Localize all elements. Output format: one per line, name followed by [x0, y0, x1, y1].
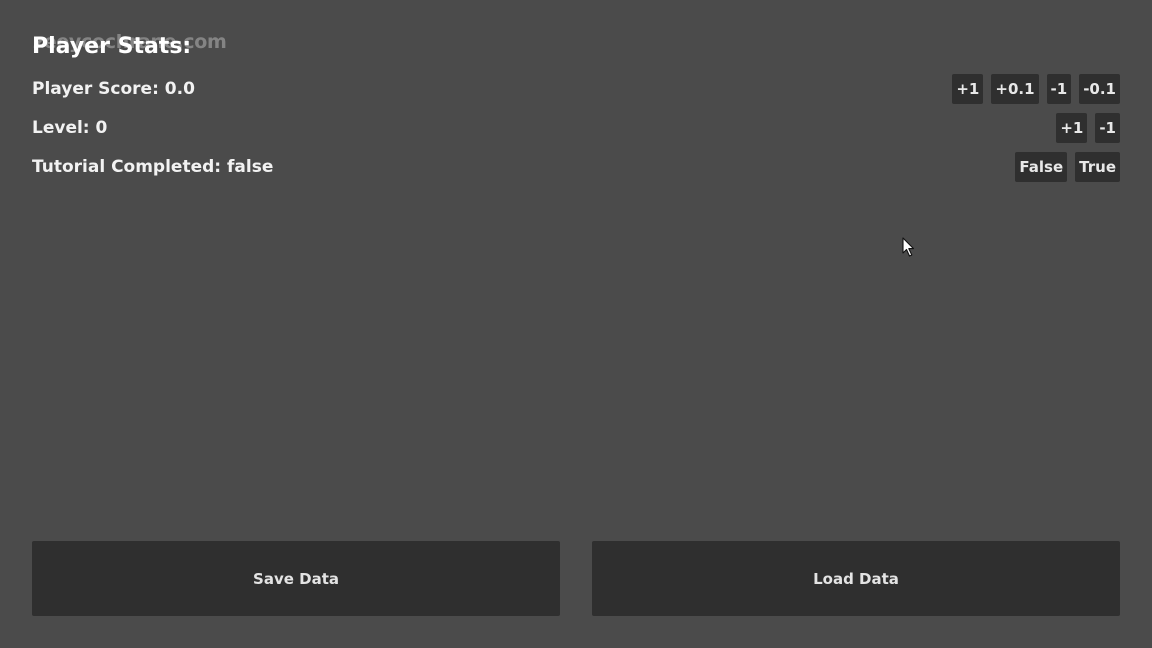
tutorial-true-button[interactable]: True — [1075, 152, 1120, 182]
tutorial-label: Tutorial Completed: false — [32, 157, 274, 177]
score-minus-one-button[interactable]: -1 — [1046, 74, 1072, 104]
score-plus-one-button[interactable]: +1 — [952, 74, 984, 104]
score-row: Player Score: 0.0 +1 +0.1 -1 -0.1 — [32, 74, 1120, 104]
level-plus-one-button[interactable]: +1 — [1056, 113, 1088, 143]
tutorial-false-button[interactable]: False — [1015, 152, 1068, 182]
score-plus-tenth-button[interactable]: +0.1 — [991, 74, 1039, 104]
score-label: Player Score: 0.0 — [32, 79, 195, 99]
game-screen: zeeycochrane.com Player Stats: Player Sc… — [0, 0, 1152, 648]
score-button-group: +1 +0.1 -1 -0.1 — [952, 74, 1120, 104]
level-row: Level: 0 +1 -1 — [32, 113, 1120, 143]
level-button-group: +1 -1 — [1056, 113, 1120, 143]
mouse-pointer-icon — [902, 237, 915, 257]
load-data-button[interactable]: Load Data — [592, 541, 1120, 616]
level-label: Level: 0 — [32, 118, 108, 138]
tutorial-row: Tutorial Completed: false False True — [32, 152, 1120, 182]
level-minus-one-button[interactable]: -1 — [1095, 113, 1120, 143]
page-title: Player Stats: — [32, 34, 192, 59]
tutorial-button-group: False True — [1015, 152, 1120, 182]
score-minus-tenth-button[interactable]: -0.1 — [1079, 74, 1120, 104]
save-data-button[interactable]: Save Data — [32, 541, 560, 616]
